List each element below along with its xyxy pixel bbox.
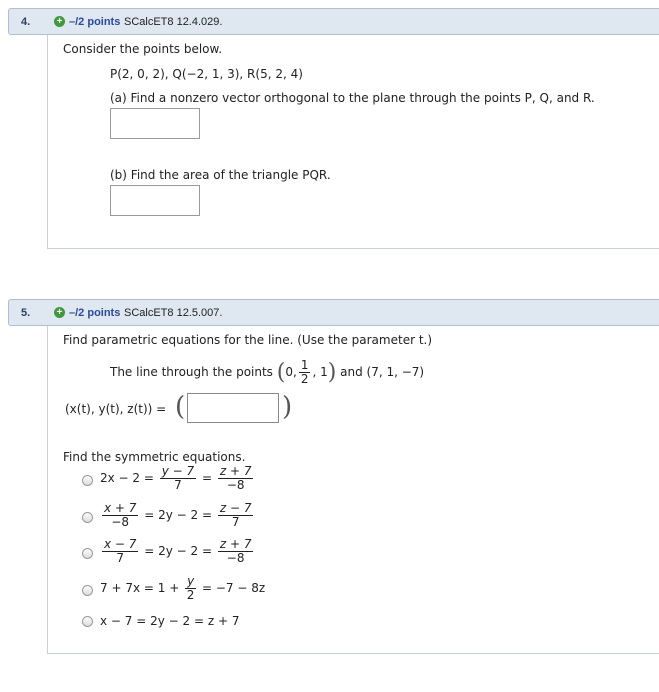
question-5-header: 5. + –/2 points SCalcET8 12.5.007. [8,299,659,326]
line-desc-prefix: The line through the points [110,365,273,379]
q4-points-list: P(2, 0, 2), Q(−2, 1, 3), R(5, 2, 4) [110,67,303,81]
param-right-paren: ) [282,392,293,422]
option-4-equation: 7 + 7x = 1 + y2 = −7 − 8z [100,574,266,602]
expand-plus-icon[interactable]: + [54,307,65,318]
option-1-equation: 2x − 2 = y − 77 = z + 7 −8 [100,464,254,492]
q4-part-b: (b) Find the area of the triangle PQR. [110,168,331,182]
q5-param-label: (x(t), y(t), z(t)) = [65,402,167,416]
point1-fraction: 12 [298,358,311,386]
param-left-paren: ( [175,392,186,422]
points-label: –/2 points [69,307,121,319]
q4-prompt: Consider the points below. [63,42,223,56]
option-5-equation: x − 7 = 2y − 2 = z + 7 [100,614,240,628]
question-number: 5. [21,307,31,319]
question-number: 4. [21,16,31,28]
right-paren: ) [327,360,337,385]
expand-plus-icon[interactable]: + [54,16,65,27]
option-2-radio[interactable] [82,512,93,523]
option-5-radio[interactable] [82,616,93,627]
q5-line-description: The line through the points (0, 1 2, 1) an… [110,359,424,386]
option-2-equation: x + 7 −8 = 2y − 2 = z − 77 [102,501,254,529]
q4-part-a-answer-input[interactable] [110,108,200,139]
line-desc-second-point: and (7, 1, −7) [340,365,425,379]
q5-param-answer-input[interactable] [187,393,279,423]
points-label: –/2 points [69,16,121,28]
q4-part-a: (a) Find a nonzero vector orthogonal to … [110,91,595,105]
point1-first: 0, [285,365,297,379]
source-label: SCalcET8 12.4.029. [124,16,223,28]
option-1-radio[interactable] [82,475,93,486]
q5-prompt: Find parametric equations for the line. … [63,333,433,347]
q5-symmetric-prompt: Find the symmetric equations. [63,450,246,464]
question-4-header: 4. + –/2 points SCalcET8 12.4.029. [8,8,659,35]
source-label: SCalcET8 12.5.007. [124,307,223,319]
option-4-radio[interactable] [82,585,93,596]
q4-part-b-answer-input[interactable] [110,185,200,216]
option-3-equation: x − 77 = 2y − 2 = z + 7 −8 [102,537,254,565]
point1-last: , 1 [312,365,328,379]
option-3-radio[interactable] [82,548,93,559]
